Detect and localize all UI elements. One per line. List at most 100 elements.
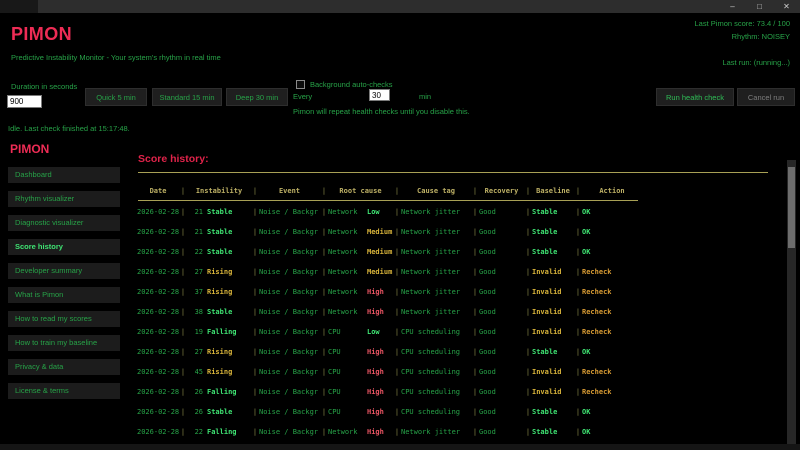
column-separator: |: [393, 248, 401, 256]
root-cause-name: CPU: [328, 348, 367, 356]
cell-recovery: Good: [479, 348, 524, 356]
cancel-run-button[interactable]: Cancel run: [737, 88, 795, 106]
cell-root-cause: CPUHigh: [328, 408, 393, 416]
duration-label: Duration in seconds: [11, 82, 77, 91]
cell-action: Recheck: [582, 368, 642, 376]
sidebar-item-diagnostic-visualizer[interactable]: Diagnostic visualizer: [8, 215, 120, 231]
instability-score: 19: [187, 328, 203, 336]
column-separator: |: [471, 208, 479, 216]
column-separator: |: [574, 408, 582, 416]
close-icon[interactable]: ✕: [773, 0, 800, 13]
instability-trend: Falling: [207, 428, 237, 436]
cell-action: OK: [582, 228, 642, 236]
cell-instability: 19Falling: [187, 328, 251, 336]
root-cause-name: Network: [328, 268, 367, 276]
column-separator: |: [320, 388, 328, 396]
cell-date: 2026-02-28: [137, 268, 179, 276]
sidebar-item-how-to-read-scores[interactable]: How to read my scores: [8, 311, 120, 327]
column-separator: |: [524, 408, 532, 416]
column-header-baseline: Baseline: [532, 187, 574, 195]
column-header-event: Event: [259, 187, 320, 195]
sidebar-item-what-is-pimon[interactable]: What is Pimon: [8, 287, 120, 303]
sidebar-item-developer-summary[interactable]: Developer summary: [8, 263, 120, 279]
cell-baseline: Stable: [532, 348, 574, 356]
column-separator: |: [179, 388, 187, 396]
cell-instability: 37Rising: [187, 288, 251, 296]
table-row: 2026-02-28|45Rising|Noise / Backgr|CPUHi…: [137, 362, 642, 382]
standard-15-min-button[interactable]: Standard 15 min: [152, 88, 222, 106]
cell-recovery: Good: [479, 328, 524, 336]
sidebar-item-rhythm-visualizer[interactable]: Rhythm visualizer: [8, 191, 120, 207]
table-row: 2026-02-28|21Stable|Noise / Backgr|Netwo…: [137, 222, 642, 242]
column-separator: |: [251, 268, 259, 276]
root-cause-severity: Low: [367, 208, 380, 216]
column-separator: |: [393, 388, 401, 396]
interval-input[interactable]: [369, 89, 390, 101]
run-health-check-button[interactable]: Run health check: [656, 88, 734, 106]
column-separator: |: [251, 348, 259, 356]
table-row: 2026-02-28|19Falling|Noise / Backgr|CPUL…: [137, 322, 642, 342]
cell-date: 2026-02-28: [137, 248, 179, 256]
cell-action: OK: [582, 208, 642, 216]
column-separator: |: [320, 248, 328, 256]
column-separator: |: [524, 388, 532, 396]
header-stats: Last Pimon score: 73.4 / 100 Rhythm: NOI…: [695, 17, 790, 43]
sidebar-item-privacy-data[interactable]: Privacy & data: [8, 359, 120, 375]
instability-score: 21: [187, 228, 203, 236]
cell-date: 2026-02-28: [137, 328, 179, 336]
auto-checks-checkbox[interactable]: [296, 80, 305, 89]
cell-root-cause: NetworkHigh: [328, 288, 393, 296]
column-separator: |: [524, 228, 532, 236]
every-label: Every: [293, 92, 312, 101]
duration-input[interactable]: [7, 95, 42, 108]
cell-instability: 45Rising: [187, 368, 251, 376]
cell-event: Noise / Backgr: [259, 408, 320, 416]
quick-5-min-button[interactable]: Quick 5 min: [85, 88, 147, 106]
app-title: PIMON: [11, 24, 72, 45]
min-label: min: [419, 92, 431, 101]
column-separator: |: [524, 428, 532, 436]
column-separator: |: [471, 248, 479, 256]
sidebar-item-dashboard[interactable]: Dashboard: [8, 167, 120, 183]
column-separator: |: [574, 187, 582, 195]
column-header-root-cause: Root cause: [328, 187, 393, 195]
root-cause-severity: High: [367, 428, 384, 436]
column-separator: |: [524, 288, 532, 296]
score-table-body: 2026-02-28|21Stable|Noise / Backgr|Netwo…: [137, 202, 642, 442]
cell-action: OK: [582, 348, 642, 356]
page-title: Score history:: [138, 153, 209, 165]
cell-cause-tag: Network jitter: [401, 268, 471, 276]
column-separator: |: [574, 308, 582, 316]
root-cause-severity: High: [367, 348, 384, 356]
cell-cause-tag: CPU scheduling: [401, 348, 471, 356]
table-row: 2026-02-28|37Rising|Noise / Backgr|Netwo…: [137, 282, 642, 302]
column-separator: |: [251, 308, 259, 316]
sidebar-item-license-terms[interactable]: License & terms: [8, 383, 120, 399]
instability-trend: Stable: [207, 408, 232, 416]
root-cause-severity: High: [367, 368, 384, 376]
maximize-icon[interactable]: □: [746, 0, 773, 13]
column-separator: |: [320, 288, 328, 296]
column-separator: |: [524, 348, 532, 356]
column-separator: |: [574, 228, 582, 236]
sidebar-item-how-to-train-baseline[interactable]: How to train my baseline: [8, 335, 120, 351]
deep-30-min-button[interactable]: Deep 30 min: [226, 88, 288, 106]
table-header-row: Date|Instability|Event|Root cause|Cause …: [137, 183, 642, 199]
cell-cause-tag: Network jitter: [401, 228, 471, 236]
cell-baseline: Invalid: [532, 368, 574, 376]
column-separator: |: [574, 368, 582, 376]
cell-recovery: Good: [479, 368, 524, 376]
cell-date: 2026-02-28: [137, 388, 179, 396]
column-separator: |: [179, 348, 187, 356]
cell-recovery: Good: [479, 268, 524, 276]
cell-action: Recheck: [582, 388, 642, 396]
cell-event: Noise / Backgr: [259, 228, 320, 236]
scrollbar-thumb[interactable]: [788, 167, 795, 248]
sidebar-item-score-history[interactable]: Score history: [8, 239, 120, 255]
minimize-icon[interactable]: –: [719, 0, 746, 13]
column-separator: |: [524, 248, 532, 256]
column-separator: |: [393, 308, 401, 316]
column-separator: |: [471, 308, 479, 316]
column-separator: |: [179, 228, 187, 236]
table-row: 2026-02-28|22Stable|Noise / Backgr|Netwo…: [137, 242, 642, 262]
